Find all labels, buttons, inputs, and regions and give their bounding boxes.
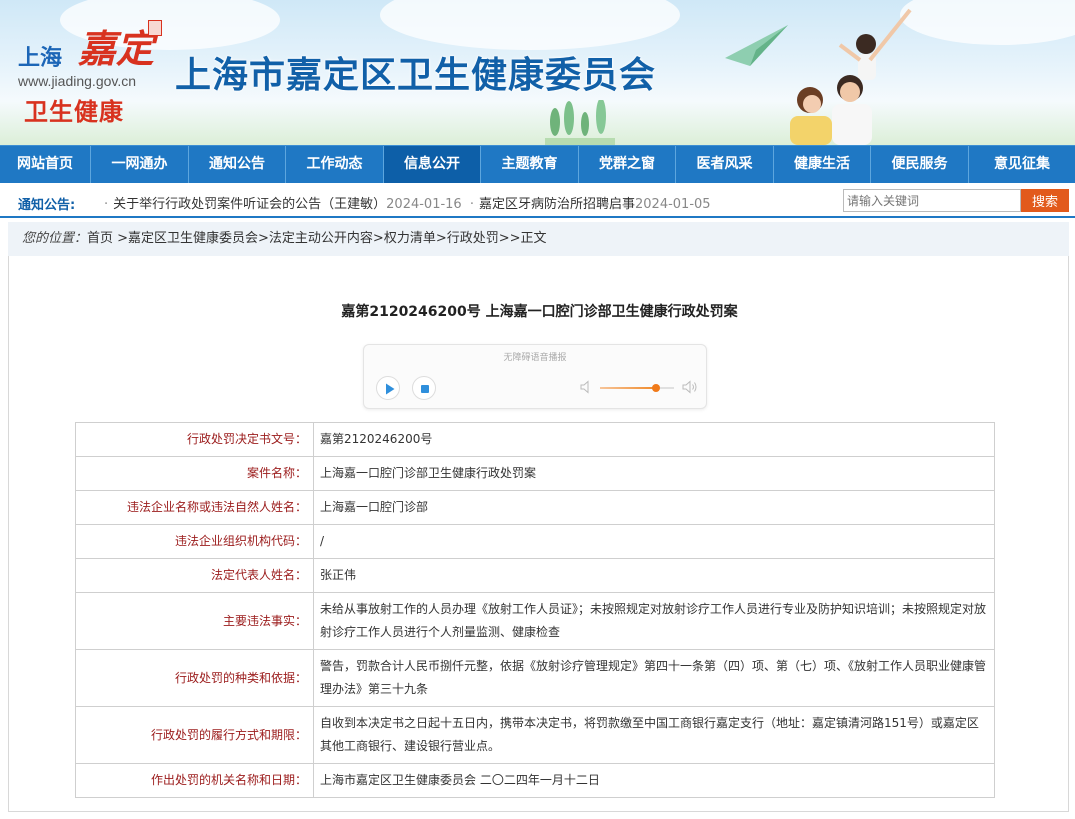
table-row: 违法企业组织机构代码： / (75, 524, 995, 559)
stop-icon (421, 385, 429, 393)
notice-item-title[interactable]: 关于举行行政处罚案件听证会的公告（王建敏） (113, 197, 386, 212)
play-button[interactable] (376, 376, 400, 400)
penalty-info-table: 行政处罚决定书文号： 嘉第2120246200号 案件名称： 上海嘉一口腔门诊部… (75, 422, 995, 798)
player-hint: 无障碍语音播报 (503, 353, 567, 363)
row-value: 上海市嘉定区卫生健康委员会 二〇二四年一月十二日 (313, 763, 995, 798)
row-key: 违法企业组织机构代码： (75, 524, 314, 559)
row-key: 行政处罚决定书文号： (75, 422, 314, 457)
row-key: 行政处罚的履行方式和期限： (75, 706, 314, 764)
row-value: 未给从事放射工作的人员办理《放射工作人员证》；未按照规定对放射诊疗工作人员进行专… (313, 592, 995, 650)
row-key: 主要违法事实： (75, 592, 314, 650)
bullet-dot: · (104, 197, 109, 212)
nav-item-work-news[interactable]: 工作动态 (286, 146, 384, 183)
play-icon (386, 383, 395, 395)
volume-down-icon[interactable] (580, 380, 594, 394)
table-row: 行政处罚的履行方式和期限： 自收到本决定书之日起十五日内，携带本决定书，将罚款缴… (75, 706, 995, 764)
nav-item-party-window[interactable]: 党群之窗 (579, 146, 676, 183)
row-key: 违法企业名称或违法自然人姓名： (75, 490, 314, 525)
row-key: 作出处罚的机关名称和日期： (75, 763, 314, 798)
article-title: 嘉第2120246200号 上海嘉一口腔门诊部卫生健康行政处罚案 (341, 304, 738, 320)
logo-shanghai-text: 上海 (18, 45, 63, 71)
row-value: 张正伟 (313, 558, 995, 593)
trees-icon (545, 100, 615, 145)
row-value: 自收到本决定书之日起十五日内，携带本决定书，将罚款缴至中国工商银行嘉定支行（地址… (313, 706, 995, 764)
row-key: 法定代表人姓名： (75, 558, 314, 593)
volume-knob[interactable] (651, 384, 660, 392)
table-row: 行政处罚决定书文号： 嘉第2120246200号 (75, 422, 995, 457)
nav-item-feedback[interactable]: 意见征集 (969, 146, 1075, 183)
nav-item-home[interactable]: 网站首页 (0, 146, 91, 183)
nav-item-theme-education[interactable]: 主题教育 (481, 146, 579, 183)
audio-player: 无障碍语音播报 (363, 344, 707, 409)
bullet-dot: · (469, 197, 474, 212)
nav-item-health-life[interactable]: 健康生活 (774, 146, 871, 183)
logo-jiading-text: 嘉定 (78, 26, 155, 71)
breadcrumb-lead: 您的位置： (22, 231, 88, 246)
search-button[interactable]: 搜索 (1021, 189, 1069, 212)
search-input[interactable] (843, 189, 1021, 212)
main-nav: 网站首页 一网通办 通知公告 工作动态 信息公开 主题教育 党群之窗 医者风采 … (0, 145, 1075, 183)
row-value: 警告，罚款合计人民币捌仟元整，依据《放射诊疗管理规定》第四十一条第（四）项、第（… (313, 649, 995, 707)
notice-item-title[interactable]: 嘉定区牙病防治所招聘启事 (479, 197, 635, 212)
volume-fill (600, 387, 656, 389)
header-banner: 上海 嘉定 www.jiading.gov.cn 卫生健康 上海市嘉定区卫生健康… (0, 0, 1075, 145)
stop-button[interactable] (412, 376, 436, 400)
row-key: 行政处罚的种类和依据： (75, 649, 314, 707)
nav-item-notices[interactable]: 通知公告 (189, 146, 286, 183)
nav-item-info-disclosure[interactable]: 信息公开 (384, 146, 481, 183)
table-row: 作出处罚的机关名称和日期： 上海市嘉定区卫生健康委员会 二〇二四年一月十二日 (75, 763, 995, 798)
site-title: 上海市嘉定区卫生健康委员会 (175, 55, 657, 96)
breadcrumb: 您的位置：首页 >嘉定区卫生健康委员会>法定主动公开内容>权力清单>行政处罚>>… (8, 222, 1069, 256)
row-key: 案件名称： (75, 456, 314, 491)
notice-item-date: 2024-01-05 (635, 197, 711, 212)
cloud-decoration (380, 0, 680, 50)
table-row: 主要违法事实： 未给从事放射工作的人员办理《放射工作人员证》；未按照规定对放射诊… (75, 592, 995, 650)
volume-up-icon[interactable] (682, 379, 698, 395)
breadcrumb-path[interactable]: 首页 >嘉定区卫生健康委员会>法定主动公开内容>权力清单>行政处罚>>正文 (87, 231, 547, 246)
table-row: 案件名称： 上海嘉一口腔门诊部卫生健康行政处罚案 (75, 456, 995, 491)
row-value: 上海嘉一口腔门诊部 (313, 490, 995, 525)
nav-item-one-net[interactable]: 一网通办 (91, 146, 189, 183)
volume-slider[interactable] (600, 384, 674, 392)
table-row: 违法企业名称或违法自然人姓名： 上海嘉一口腔门诊部 (75, 490, 995, 525)
notice-item-date: 2024-01-16 (386, 197, 462, 212)
notice-list: · 关于举行行政处罚案件听证会的公告（王建敏）2024-01-16 · 嘉定区牙病防… (100, 193, 711, 212)
content-panel: 嘉第2120246200号 上海嘉一口腔门诊部卫生健康行政处罚案 无障碍语音播报 (8, 256, 1069, 812)
logo-seal-icon (148, 20, 162, 36)
row-value: 上海嘉一口腔门诊部卫生健康行政处罚案 (313, 456, 995, 491)
table-row: 法定代表人姓名： 张正伟 (75, 558, 995, 593)
nav-item-services[interactable]: 便民服务 (871, 146, 969, 183)
row-value: 嘉第2120246200号 (313, 422, 995, 457)
logo-url: www.jiading.gov.cn (18, 73, 137, 89)
logo-weisheng-text: 卫生健康 (24, 98, 124, 126)
table-row: 行政处罚的种类和依据： 警告，罚款合计人民币捌仟元整，依据《放射诊疗管理规定》第… (75, 649, 995, 707)
row-value: / (313, 524, 995, 559)
family-photo-icon (790, 8, 912, 145)
nav-item-doctors[interactable]: 医者风采 (676, 146, 774, 183)
notice-label: 通知公告: (18, 198, 76, 213)
